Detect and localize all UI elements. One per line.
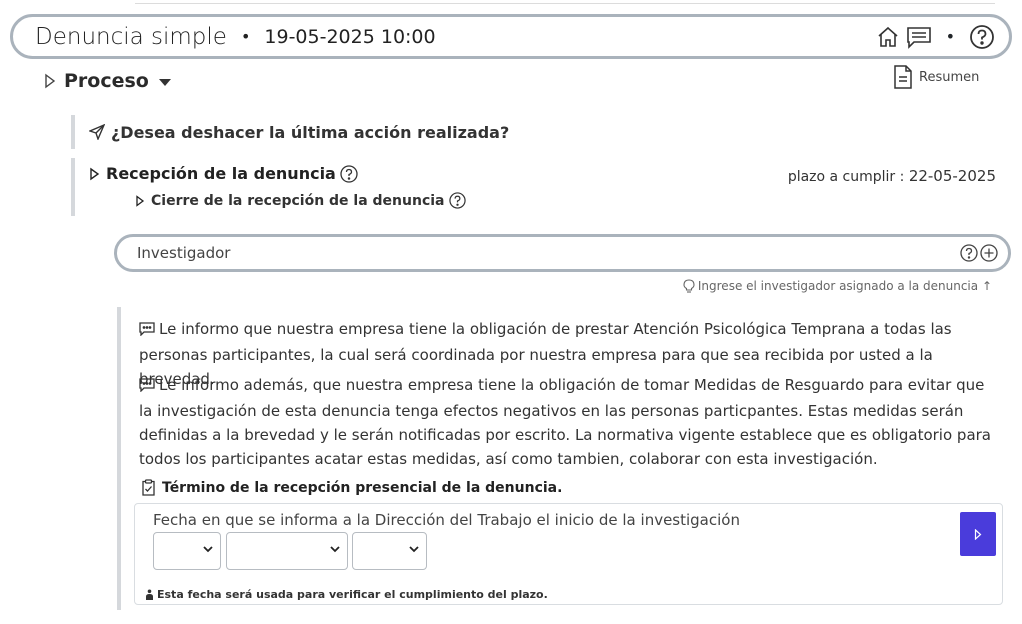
help-icon[interactable]	[448, 192, 466, 209]
person-icon	[145, 589, 154, 600]
messages-section: Le informo que nuestra empresa tiene la …	[117, 307, 1003, 610]
investigador-hint-text: Ingrese el investigador asignado a la de…	[697, 279, 992, 293]
triangle-right-icon	[89, 167, 100, 181]
plazo-info: plazo a cumplir : 22-05-2025	[788, 167, 996, 185]
lightbulb-icon	[683, 279, 695, 293]
chat-icon	[139, 375, 155, 399]
submit-date-button[interactable]	[960, 512, 996, 556]
fecha-label: Fecha en que se informa a la Dirección d…	[153, 511, 740, 529]
plazo-label: plazo a cumplir :	[787, 169, 905, 185]
fecha-note: Esta fecha será usada para verificar el …	[145, 588, 548, 601]
proceso-toggle[interactable]: Proceso	[44, 70, 171, 92]
resumen-label: Resumen	[919, 69, 980, 85]
message-resguardo-text: Le informo además, que nuestra empresa t…	[139, 376, 991, 468]
chevron-down-icon	[409, 546, 419, 553]
undo-prompt[interactable]: ¿Desea deshacer la última acción realiza…	[71, 115, 509, 149]
triangle-right-icon	[974, 528, 982, 540]
page-title: Denuncia simple	[35, 23, 227, 50]
recepcion-section: Recepción de la denuncia plazo a cumplir…	[71, 158, 996, 216]
chevron-down-icon	[330, 546, 340, 553]
investigador-actions	[960, 244, 998, 262]
cierre-toggle[interactable]: Cierre de la recepción de la denuncia	[135, 192, 466, 209]
day-select[interactable]	[153, 532, 221, 570]
header-bar: Denuncia simple • 19-05-2025 10:00 •	[10, 14, 1012, 59]
fecha-card: Fecha en que se informa a la Dirección d…	[134, 503, 1003, 605]
help-icon[interactable]	[340, 164, 358, 183]
top-divider	[135, 0, 995, 4]
send-icon	[89, 124, 105, 140]
title-separator: •	[240, 27, 251, 46]
year-select[interactable]	[352, 532, 427, 570]
triangle-right-icon	[135, 194, 145, 207]
caret-down-icon[interactable]	[158, 72, 171, 91]
investigador-input[interactable]: Investigador	[114, 234, 1011, 272]
fecha-note-text: Esta fecha será usada para verificar el …	[157, 588, 548, 601]
termino-title: Término de la recepción presencial de la…	[162, 479, 563, 496]
cierre-title: Cierre de la recepción de la denuncia	[151, 192, 445, 209]
chat-icon	[139, 319, 155, 343]
help-icon[interactable]	[969, 24, 995, 50]
triangle-right-icon	[44, 73, 56, 89]
plus-circle-icon[interactable]	[980, 244, 998, 262]
recepcion-title: Recepción de la denuncia	[106, 164, 336, 183]
header-dot: •	[945, 27, 955, 46]
investigador-hint: Ingrese el investigador asignado a la de…	[683, 279, 992, 293]
help-icon[interactable]	[960, 244, 978, 262]
header-date: 19-05-2025 10:00	[264, 25, 436, 48]
chevron-down-icon	[203, 546, 213, 553]
proceso-label: Proceso	[64, 70, 149, 92]
message-resguardo: Le informo además, que nuestra empresa t…	[139, 373, 999, 471]
undo-question: ¿Desea deshacer la última acción realiza…	[111, 122, 510, 142]
investigador-placeholder: Investigador	[137, 244, 231, 262]
document-icon	[893, 64, 913, 90]
resumen-button[interactable]: Resumen	[893, 64, 979, 90]
plazo-value: 22-05-2025	[908, 167, 996, 185]
termino-heading: Término de la recepción presencial de la…	[141, 479, 562, 496]
month-select[interactable]	[226, 532, 348, 570]
home-icon[interactable]	[876, 25, 900, 49]
header-icons: •	[876, 24, 995, 50]
chat-icon[interactable]	[906, 25, 932, 49]
recepcion-toggle[interactable]: Recepción de la denuncia	[89, 164, 358, 183]
clipboard-check-icon	[141, 479, 156, 496]
